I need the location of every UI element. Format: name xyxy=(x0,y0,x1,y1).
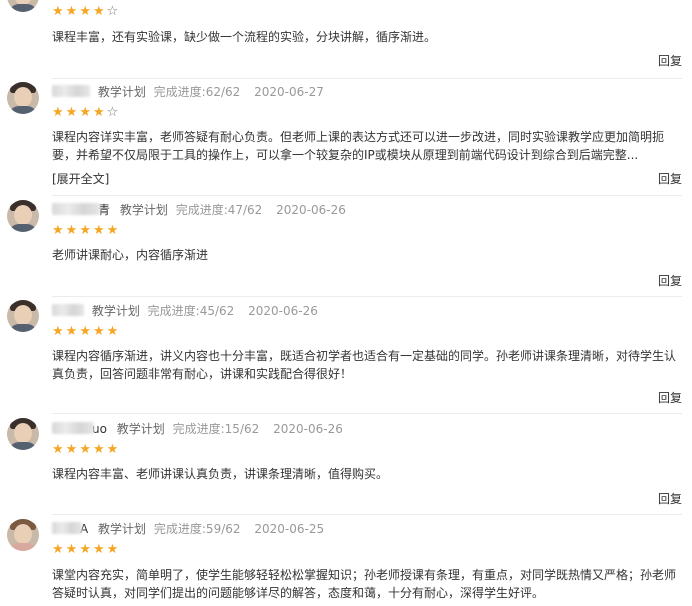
review-meta: 教学计划 完成进度:45/62 2020-06-26 xyxy=(52,302,318,320)
plan-label: 教学计划 xyxy=(97,85,146,99)
avatar[interactable] xyxy=(7,0,39,12)
reply-button[interactable]: 回复 xyxy=(658,170,682,188)
reply-button[interactable]: 回复 xyxy=(658,389,682,407)
star-icon: ★ xyxy=(65,223,80,238)
star-rating: ★★★★★ xyxy=(52,442,120,458)
star-icon: ★ xyxy=(52,105,66,120)
progress-text: 完成进度:59/62 xyxy=(153,522,241,536)
star-icon: ★ xyxy=(65,542,80,557)
username[interactable] xyxy=(52,304,84,316)
star-icon: ★ xyxy=(79,542,93,557)
star-icon: ★ xyxy=(79,324,93,339)
divider xyxy=(52,514,682,515)
star-icon: ★ xyxy=(92,324,107,339)
divider xyxy=(52,78,682,79)
review-date: 2020-06-26 xyxy=(276,203,346,217)
avatar[interactable] xyxy=(7,519,39,551)
review-meta: 青 教学计划 完成进度:47/62 2020-06-26 xyxy=(52,201,346,219)
review-text: 老师讲课耐心，内容循序渐进 xyxy=(52,248,209,262)
reply-button[interactable]: 回复 xyxy=(658,490,682,508)
review-text: 课程内容丰富、老师讲课认真负责，讲课条理清晰，值得购买。 xyxy=(52,467,389,481)
star-icon: ★ xyxy=(79,105,93,120)
review-meta: A 教学计划 完成进度:59/62 2020-06-25 xyxy=(52,520,324,538)
review-text: 课程丰富，还有实验课，缺少做一个流程的实验，分块讲解，循序渐进。 xyxy=(52,30,437,44)
divider xyxy=(52,296,682,297)
star-icon: ★ xyxy=(92,105,107,120)
reply-button[interactable]: 回复 xyxy=(658,52,682,70)
username[interactable] xyxy=(52,203,100,215)
avatar[interactable] xyxy=(7,82,39,114)
username[interactable] xyxy=(52,422,94,434)
username[interactable] xyxy=(52,85,90,97)
plan-label: 教学计划 xyxy=(116,422,165,436)
progress-text: 完成进度:45/62 xyxy=(147,304,235,318)
star-icon: ★ xyxy=(65,324,80,339)
star-rating: ★★★★★ xyxy=(52,542,120,558)
star-icon: ★ xyxy=(106,324,121,339)
expand-full-text-link[interactable]: [展开全文] xyxy=(52,170,109,188)
plan-label: 教学计划 xyxy=(119,203,168,217)
star-icon: ★ xyxy=(52,4,66,19)
avatar[interactable] xyxy=(7,418,39,450)
star-rating: ★★★★★ xyxy=(52,223,120,239)
star-icon: ★ xyxy=(79,442,93,457)
star-rating: ★★★★☆ xyxy=(52,105,120,121)
star-icon: ★ xyxy=(52,223,66,238)
plan-label: 教学计划 xyxy=(91,304,140,318)
star-icon: ★ xyxy=(92,442,107,457)
progress-text: 完成进度:15/62 xyxy=(172,422,260,436)
review-date: 2020-06-26 xyxy=(248,304,318,318)
review-text: 课程内容循序渐进，讲义内容也十分丰富，既适合初学者也适合有一定基础的同学。孙老师… xyxy=(52,349,677,381)
divider xyxy=(52,195,682,196)
star-icon: ★ xyxy=(92,223,107,238)
avatar[interactable] xyxy=(7,300,39,332)
star-icon: ★ xyxy=(92,542,107,557)
star-empty-icon: ☆ xyxy=(106,105,121,120)
star-icon: ★ xyxy=(52,542,66,557)
progress-text: 完成进度:47/62 xyxy=(175,203,263,217)
star-icon: ★ xyxy=(106,223,121,238)
reply-button[interactable]: 回复 xyxy=(658,272,682,290)
review-text: 课堂内容充实，简单明了，使学生能够轻轻松松掌握知识；孙老师授课有条理，有重点，对… xyxy=(52,568,677,600)
star-icon: ★ xyxy=(65,105,80,120)
star-icon: ★ xyxy=(79,4,93,19)
divider xyxy=(52,413,682,414)
star-icon: ★ xyxy=(92,4,107,19)
review-date: 2020-06-25 xyxy=(254,522,325,536)
star-icon: ★ xyxy=(52,442,66,457)
plan-label: 教学计划 xyxy=(98,522,147,536)
username[interactable] xyxy=(52,522,82,534)
star-icon: ★ xyxy=(65,442,80,457)
star-rating: ★★★★★ xyxy=(52,324,120,340)
progress-text: 完成进度:62/62 xyxy=(153,85,241,99)
review-date: 2020-06-26 xyxy=(273,422,343,436)
star-rating: ★★★★☆ xyxy=(52,4,120,20)
username-tail: uo xyxy=(92,422,107,436)
star-icon: ★ xyxy=(79,223,93,238)
review-text: 课程内容详实丰富，老师答疑有耐心负责。但老师上课的表达方式还可以进一步改进，同时… xyxy=(52,130,665,162)
review-date: 2020-06-27 xyxy=(254,85,324,99)
star-icon: ★ xyxy=(106,542,121,557)
star-icon: ★ xyxy=(52,324,66,339)
star-icon: ★ xyxy=(106,442,121,457)
review-meta: uo 教学计划 完成进度:15/62 2020-06-26 xyxy=(52,420,343,438)
star-icon: ★ xyxy=(65,4,80,19)
avatar[interactable] xyxy=(7,200,39,232)
star-empty-icon: ☆ xyxy=(106,4,121,19)
review-meta: 教学计划 完成进度:62/62 2020-06-27 xyxy=(52,83,324,101)
